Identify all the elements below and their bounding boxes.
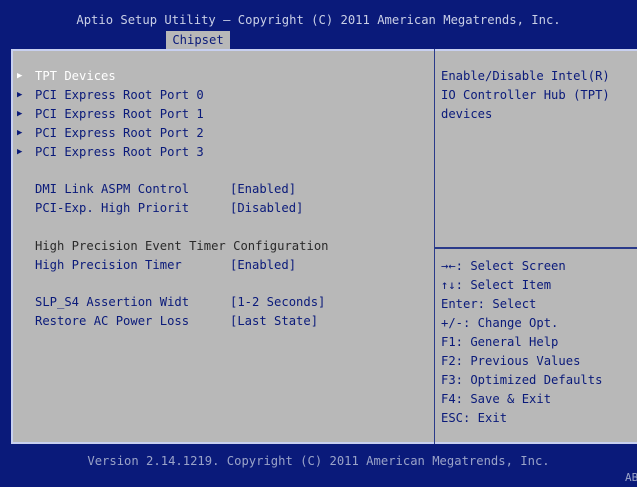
menu-item-pci-root-port-3[interactable]: ▶ PCI Express Root Port 3 — [11, 143, 204, 162]
key-hint-exit: ESC: Exit — [441, 411, 508, 425]
setting-label: SLP_S4 Assertion Widt — [35, 295, 190, 309]
setting-value[interactable]: [1-2 Seconds] — [230, 293, 325, 312]
menu-item-pci-root-port-1[interactable]: ▶ PCI Express Root Port 1 — [11, 105, 204, 124]
footer-version: Version 2.14.1219. Copyright (C) 2011 Am… — [87, 454, 550, 468]
menu-item-label: PCI Express Root Port 2 — [35, 126, 204, 140]
menu-item-label: TPT Devices — [35, 69, 116, 83]
setting-label: High Precision Timer — [35, 258, 182, 272]
setting-restore-ac-power-loss[interactable]: Restore AC Power Loss [Last State] — [11, 312, 318, 331]
setting-value[interactable]: [Disabled] — [230, 199, 303, 218]
key-hint-select-item: ↑↓: Select Item — [441, 278, 552, 292]
menu-item-tpt-devices[interactable]: ▶ TPT Devices — [11, 67, 116, 86]
submenu-arrow-icon: ▶ — [17, 90, 23, 100]
panel-border-top — [11, 49, 637, 51]
setting-slp-s4-assertion[interactable]: SLP_S4 Assertion Widt [1-2 Seconds] — [11, 293, 325, 312]
menu-item-label: PCI Express Root Port 0 — [35, 88, 204, 102]
menu-item-pci-root-port-2[interactable]: ▶ PCI Express Root Port 2 — [11, 124, 204, 143]
footer-corner-label: AB — [625, 471, 637, 484]
header-title: Aptio Setup Utility – Copyright (C) 2011… — [76, 13, 561, 27]
menu-item-pci-root-port-0[interactable]: ▶ PCI Express Root Port 0 — [11, 86, 204, 105]
submenu-arrow-icon: ▶ — [17, 147, 23, 157]
setting-label: PCI-Exp. High Priorit — [35, 201, 190, 215]
setting-high-precision-timer[interactable]: High Precision Timer [Enabled] — [11, 256, 296, 275]
section-heading-hpet: High Precision Event Timer Configuration — [11, 237, 329, 256]
key-hint-save-exit: F4: Save & Exit — [441, 392, 552, 406]
setting-label: Restore AC Power Loss — [35, 314, 190, 328]
submenu-arrow-icon: ▶ — [17, 71, 23, 81]
key-hint-enter: Enter: Select — [441, 297, 537, 311]
key-hint-general-help: F1: General Help — [441, 335, 559, 349]
key-hint-select-screen: →←: Select Screen — [441, 259, 566, 273]
menu-item-label: PCI Express Root Port 1 — [35, 107, 204, 121]
tab-chipset[interactable]: Chipset — [166, 31, 230, 49]
setting-label: DMI Link ASPM Control — [35, 182, 190, 196]
submenu-arrow-icon: ▶ — [17, 128, 23, 138]
key-hint-change-opt: +/-: Change Opt. — [441, 316, 559, 330]
menu-item-label: PCI Express Root Port 3 — [35, 145, 204, 159]
help-text-line: devices — [441, 107, 493, 121]
submenu-arrow-icon: ▶ — [17, 109, 23, 119]
main-panel: ▶ TPT Devices ▶ PCI Express Root Port 0 … — [11, 49, 637, 444]
setting-value[interactable]: [Enabled] — [230, 256, 296, 275]
setting-dmi-link-aspm[interactable]: DMI Link ASPM Control [Enabled] — [11, 180, 296, 199]
help-text-line: Enable/Disable Intel(R) — [441, 69, 610, 83]
key-hint-previous-values: F2: Previous Values — [441, 354, 581, 368]
section-heading-text: High Precision Event Timer Configuration — [35, 239, 329, 253]
setting-pci-exp-high-priority[interactable]: PCI-Exp. High Priorit [Disabled] — [11, 199, 303, 218]
setting-value[interactable]: [Last State] — [230, 312, 318, 331]
help-text-line: IO Controller Hub (TPT) — [441, 88, 610, 102]
panel-border-bottom — [11, 442, 637, 444]
panel-divider-horizontal — [435, 247, 637, 249]
setting-value[interactable]: [Enabled] — [230, 180, 296, 199]
key-hint-optimized-defaults: F3: Optimized Defaults — [441, 373, 603, 387]
